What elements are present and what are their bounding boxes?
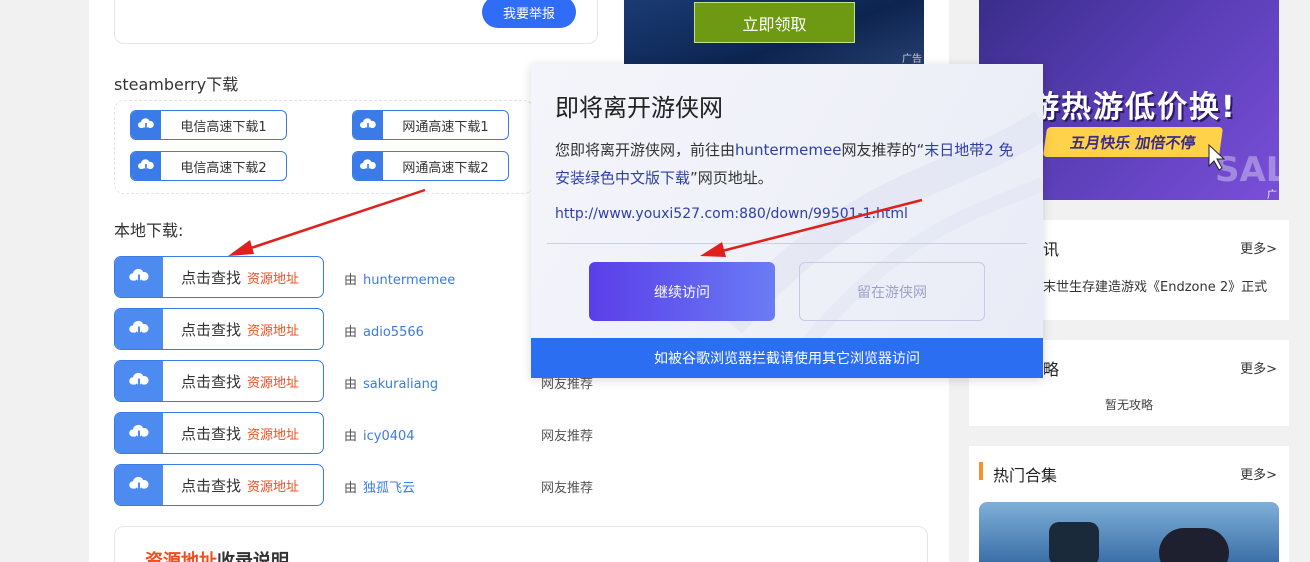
- desc-user: huntermemee: [735, 141, 842, 159]
- ad-corner-text: SAL: [1215, 150, 1279, 190]
- modal-divider: [547, 243, 1027, 244]
- report-button[interactable]: 我要举报: [482, 0, 576, 28]
- resource-label: 资源地址: [247, 323, 300, 339]
- desc-text: 您即将离开游侠网，前往由: [555, 141, 736, 159]
- find-label: 点击查找: [181, 320, 242, 339]
- ad-tag: 广告: [902, 54, 922, 64]
- find-resource-button[interactable]: 点击查找 资源地址: [114, 464, 324, 506]
- by-label: 由: [344, 377, 358, 392]
- recommender-link[interactable]: sakuraliang: [363, 377, 438, 392]
- recommender: 由 icy0404: [344, 425, 415, 444]
- recommender: 由 sakuraliang: [344, 373, 438, 392]
- guide-more-link[interactable]: 更多>: [1240, 358, 1277, 377]
- section-marker: [979, 462, 983, 480]
- find-resource-button[interactable]: 点击查找 资源地址: [114, 308, 324, 350]
- hot-card-header: 热门合集 更多>: [969, 446, 1289, 496]
- cloud-download-icon: [115, 257, 163, 297]
- cloud-download-icon: [115, 309, 163, 349]
- resource-note-title-rest: 收录说明: [217, 551, 289, 562]
- ad-banner-center[interactable]: 立即领取 广告: [624, 0, 924, 64]
- by-label: 由: [344, 273, 358, 288]
- leave-site-modal: 即将离开游侠网 您即将离开游侠网，前往由huntermemee网友推荐的“末日地…: [531, 64, 1043, 378]
- cloud-download-icon: [353, 152, 383, 180]
- netcom-download-2-button[interactable]: 网通高速下载2: [352, 151, 509, 181]
- recommend-label: 网友推荐: [541, 429, 594, 444]
- cloud-download-icon: [131, 152, 161, 180]
- resource-label: 资源地址: [247, 271, 300, 287]
- cloud-download-icon: [115, 361, 163, 401]
- recommender: 由 adio5566: [344, 321, 424, 340]
- download-label: 电信高速下载2: [180, 160, 267, 176]
- recommender-link[interactable]: icy0404: [363, 429, 415, 444]
- guide-empty-text: 暂无攻略: [1104, 398, 1153, 412]
- recommender: 由 huntermemee: [344, 269, 455, 288]
- browser-warning-bar: 如被谷歌浏览器拦截请使用其它浏览器访问: [531, 338, 1043, 378]
- find-resource-button[interactable]: 点击查找 资源地址: [114, 412, 324, 454]
- download-label: 电信高速下载1: [180, 119, 267, 135]
- modal-description: 您即将离开游侠网，前往由huntermemee网友推荐的“末日地带2 免安装绿色…: [555, 136, 1027, 192]
- hot-collection-image[interactable]: [979, 502, 1279, 562]
- claim-button[interactable]: 立即领取: [694, 2, 855, 43]
- cloud-download-icon: [131, 111, 161, 139]
- cloud-download-icon: [115, 413, 163, 453]
- recommender-link[interactable]: adio5566: [363, 325, 424, 340]
- modal-title: 即将离开游侠网: [555, 94, 723, 122]
- desc-text: 网友推荐的“: [841, 141, 925, 159]
- cloud-download-icon: [115, 465, 163, 505]
- recommend-label: 网友推荐: [541, 481, 594, 496]
- ad-headline: 游热游低价换!: [1029, 90, 1237, 125]
- by-label: 由: [344, 429, 358, 444]
- resource-label: 资源地址: [247, 375, 300, 391]
- telecom-download-1-button[interactable]: 电信高速下载1: [130, 110, 287, 140]
- find-label: 点击查找: [181, 424, 242, 443]
- by-label: 由: [344, 325, 358, 340]
- recommender: 由独孤飞云: [344, 477, 415, 496]
- robot-image: [1049, 522, 1099, 562]
- news-title: 讯: [1043, 240, 1060, 259]
- resource-label: 资源地址: [247, 479, 300, 495]
- local-download-title: 本地下载:: [114, 221, 184, 240]
- stay-button[interactable]: 留在游侠网: [799, 262, 985, 321]
- recommender-link[interactable]: huntermemee: [363, 273, 455, 288]
- download-label: 网通高速下载1: [402, 119, 489, 135]
- find-resource-button[interactable]: 点击查找 资源地址: [114, 256, 324, 298]
- robot-image: [1159, 528, 1229, 562]
- resource-note-title-highlight: 资源地址: [145, 551, 217, 562]
- find-resource-button[interactable]: 点击查找 资源地址: [114, 360, 324, 402]
- resource-label: 资源地址: [247, 427, 300, 443]
- target-url: http://www.youxi527.com:880/down/99501-1…: [555, 206, 908, 222]
- cloud-download-icon: [353, 111, 383, 139]
- download-label: 网通高速下载2: [402, 160, 489, 176]
- find-label: 点击查找: [181, 372, 242, 391]
- ad-pill: 五月快乐 加倍不停: [1042, 127, 1224, 157]
- ad-tag: 广告: [1267, 190, 1277, 200]
- news-item[interactable]: 末世生存建造游戏《Endzone 2》正式: [1043, 276, 1267, 295]
- steamberry-download-title: steamberry下载: [114, 75, 239, 94]
- desc-text: ”网页地址。: [690, 169, 773, 187]
- resource-note-box: 资源地址收录说明: [114, 526, 928, 562]
- find-label: 点击查找: [181, 268, 242, 287]
- guide-title: 略: [1043, 360, 1060, 379]
- hot-title: 热门合集: [993, 466, 1058, 485]
- continue-visit-button[interactable]: 继续访问: [589, 262, 775, 321]
- by-label: 由: [344, 481, 358, 496]
- resource-note-title: 资源地址收录说明: [145, 547, 289, 562]
- hot-more-link[interactable]: 更多>: [1240, 464, 1277, 483]
- news-more-link[interactable]: 更多>: [1240, 238, 1277, 257]
- hot-collection-card: 热门合集 更多>: [969, 446, 1289, 562]
- netcom-download-1-button[interactable]: 网通高速下载1: [352, 110, 509, 140]
- telecom-download-2-button[interactable]: 电信高速下载2: [130, 151, 287, 181]
- recommender-link[interactable]: 独孤飞云: [363, 481, 415, 496]
- find-label: 点击查找: [181, 476, 242, 495]
